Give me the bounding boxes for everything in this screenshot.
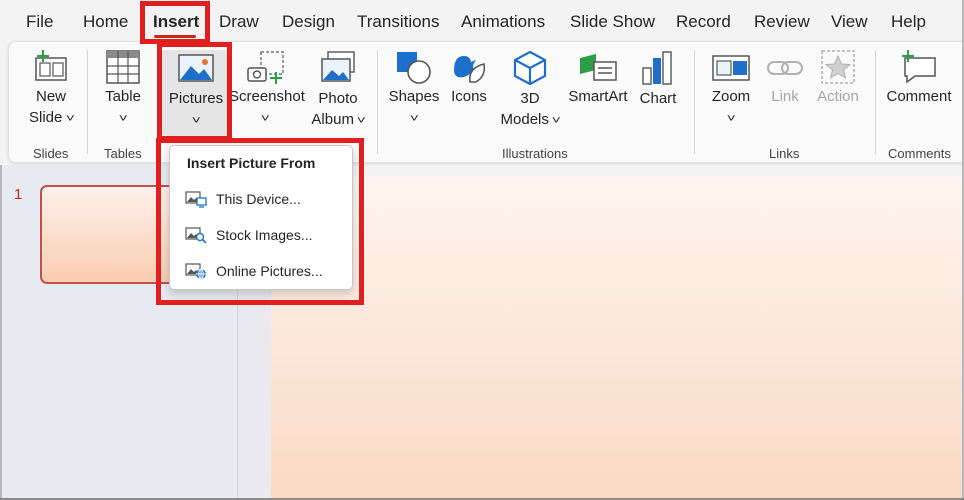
action-label: Action [817, 88, 859, 105]
link-button[interactable]: Link [761, 50, 809, 107]
slide-canvas[interactable] [271, 176, 964, 500]
screenshot-label: Screenshot [229, 88, 305, 105]
window-border-left [0, 165, 2, 500]
photo-album-icon [321, 51, 355, 82]
smartart-label: SmartArt [568, 88, 628, 105]
icons-button[interactable]: Icons [445, 50, 493, 107]
chevron-down-icon: ˅ [726, 113, 736, 125]
chevron-down-icon: ˅ [118, 113, 128, 125]
highlight-picture-menu [156, 138, 364, 305]
comment-icon [902, 50, 936, 84]
highlight-pictures-button [157, 42, 232, 141]
chart-button[interactable]: Chart [633, 50, 683, 109]
tab-draw[interactable]: Draw [219, 12, 259, 32]
screenshot-button[interactable]: Screenshot ˅ [229, 50, 305, 130]
zoom-chevron: ˅ [703, 107, 759, 130]
chevron-down-icon: ˅ [551, 115, 561, 127]
table-button[interactable]: Table ˅ [93, 50, 153, 130]
photo-album-label-1: Photo [318, 90, 358, 107]
highlight-insert-tab [140, 1, 210, 44]
new-slide-label-1: New [35, 88, 66, 105]
3d-models-label-1: 3D [520, 90, 540, 107]
new-slide-label-2: Slide ˅ [19, 107, 83, 130]
tab-home[interactable]: Home [83, 12, 128, 32]
link-label: Link [771, 88, 799, 105]
tab-file[interactable]: File [26, 12, 53, 32]
tab-help[interactable]: Help [891, 12, 926, 32]
shapes-chevron: ˅ [387, 107, 441, 130]
group-separator [377, 50, 378, 154]
tab-transitions[interactable]: Transitions [357, 12, 440, 32]
smartart-icon [580, 54, 617, 81]
zoom-icon [712, 55, 750, 81]
3d-models-label-2: Models ˅ [497, 109, 563, 132]
cube-icon [513, 50, 547, 86]
group-separator [875, 50, 876, 154]
group-separator [694, 50, 695, 154]
smartart-button[interactable]: SmartArt [567, 50, 629, 107]
tab-record[interactable]: Record [676, 12, 731, 32]
group-label-slides: Slides [33, 146, 69, 161]
tab-animations[interactable]: Animations [461, 12, 545, 32]
new-slide-icon [35, 50, 67, 81]
group-label-illustrations: Illustrations [502, 146, 568, 161]
action-button[interactable]: Action [811, 50, 865, 107]
tab-review[interactable]: Review [754, 12, 810, 32]
3d-models-button[interactable]: 3D Models ˅ [497, 50, 563, 132]
comment-label: Comment [886, 88, 952, 105]
zoom-label: Zoom [711, 88, 751, 105]
group-label-comments: Comments [888, 146, 951, 161]
icons-icon [454, 56, 486, 83]
screenshot-chevron: ˅ [229, 107, 301, 130]
group-label-links: Links [769, 146, 800, 161]
icons-label: Icons [451, 88, 487, 105]
link-icon [767, 61, 803, 75]
photo-album-label-2: Album ˅ [307, 109, 369, 132]
ribbon: New Slide ˅ Slides Table ˅ Tables Pictur… [8, 41, 964, 163]
screenshot-icon [247, 51, 284, 84]
shapes-icon [397, 52, 431, 84]
table-icon [106, 50, 140, 84]
zoom-button[interactable]: Zoom ˅ [703, 50, 759, 130]
shapes-label: Shapes [388, 88, 440, 105]
shapes-button[interactable]: Shapes ˅ [387, 50, 441, 130]
table-label: Table [105, 88, 141, 105]
chevron-down-icon: ˅ [409, 113, 419, 125]
tab-slide-show[interactable]: Slide Show [570, 12, 655, 32]
new-slide-button[interactable]: New Slide ˅ [19, 50, 83, 130]
photo-album-button[interactable]: Photo Album ˅ [307, 50, 369, 132]
tab-view[interactable]: View [831, 12, 868, 32]
tab-design[interactable]: Design [282, 12, 335, 32]
table-chevron: ˅ [93, 107, 153, 130]
group-separator [87, 50, 88, 154]
group-label-tables: Tables [104, 146, 142, 161]
chart-label: Chart [639, 90, 677, 107]
chart-icon [642, 51, 672, 85]
comment-button[interactable]: Comment [881, 50, 957, 107]
chevron-down-icon: ˅ [65, 113, 75, 125]
action-star-icon [821, 50, 855, 84]
slide-number: 1 [14, 186, 23, 203]
chevron-down-icon: ˅ [260, 113, 270, 125]
chevron-down-icon: ˅ [356, 115, 366, 127]
